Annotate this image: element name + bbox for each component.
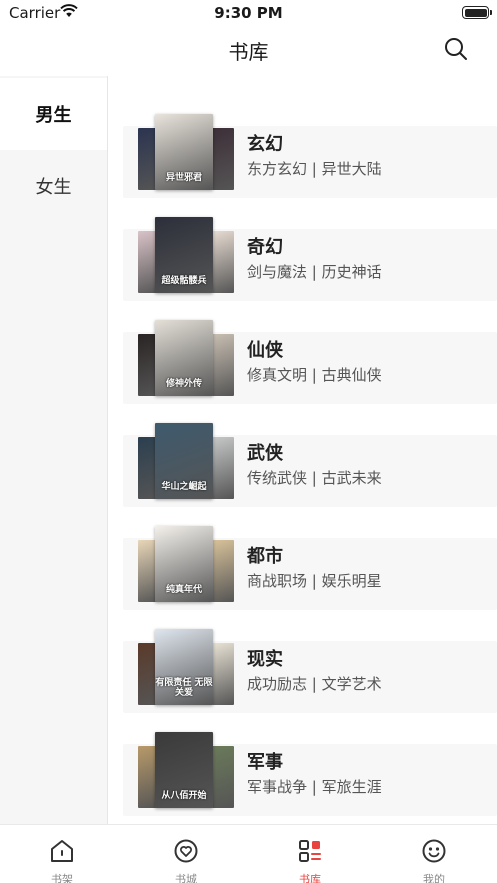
category-tags: 修真文明 | 古典仙侠 (247, 366, 382, 384)
tab-label: 书库 (299, 873, 321, 883)
category-tags: 传统武侠 | 古武未来 (247, 469, 382, 487)
bookstore-icon (174, 839, 198, 863)
sidebar-item-female[interactable]: 女生 (0, 150, 107, 222)
book-covers: 异世邪君 (138, 114, 238, 190)
tab-label: 书架 (51, 873, 73, 883)
category-name: 军事 (247, 752, 283, 773)
category-tags: 剑与魔法 | 历史神话 (247, 263, 382, 281)
category-card-xianshi[interactable]: 有限责任 无限关爱 现实 成功励志 | 文学艺术 (123, 629, 497, 713)
cover-title: 超级骷髅兵 (161, 276, 207, 287)
book-covers: 华山之崛起 (138, 423, 238, 499)
sidebar-item-label: 男生 (35, 105, 72, 126)
tab-label: 书城 (175, 873, 197, 883)
tab-label: 我的 (423, 873, 445, 883)
category-list: 异世邪君 玄幻 东方玄幻 | 异世大陆 超级骷髅兵 奇幻 剑与魔法 | 历史神话… (109, 76, 497, 824)
clock: 9:30 PM (214, 4, 283, 22)
tab-library[interactable]: 书库 (248, 825, 372, 883)
cover-title: 有限责任 无限关爱 (155, 678, 213, 699)
sidebar-item-male[interactable]: 男生 (0, 78, 107, 150)
sidebar-item-label: 女生 (35, 177, 72, 198)
category-tags: 军事战争 | 军旅生涯 (247, 778, 382, 796)
cover-title: 纯真年代 (165, 585, 202, 596)
book-cover (212, 128, 234, 190)
book-covers: 超级骷髅兵 (138, 217, 238, 293)
book-cover: 有限责任 无限关爱 (155, 629, 213, 705)
category-card-xuanhuan[interactable]: 异世邪君 玄幻 东方玄幻 | 异世大陆 (123, 114, 497, 198)
book-cover: 超级骷髅兵 (155, 217, 213, 293)
book-covers: 有限责任 无限关爱 (138, 629, 238, 705)
category-tags: 成功励志 | 文学艺术 (247, 675, 382, 693)
category-tags: 东方玄幻 | 异世大陆 (247, 160, 382, 178)
cover-title: 华山之崛起 (161, 482, 207, 493)
category-name: 武侠 (247, 443, 283, 464)
category-name: 奇幻 (247, 237, 283, 258)
book-cover: 从八佰开始 (155, 732, 213, 808)
category-card-wuxia[interactable]: 华山之崛起 武侠 传统武侠 | 古武未来 (123, 423, 497, 507)
book-cover (212, 437, 234, 499)
tab-bookstore[interactable]: 书城 (124, 825, 248, 883)
category-name: 都市 (247, 546, 283, 567)
category-card-qihuan[interactable]: 超级骷髅兵 奇幻 剑与魔法 | 历史神话 (123, 217, 497, 301)
category-name: 现实 (247, 649, 283, 670)
cover-title: 从八佰开始 (161, 791, 207, 802)
book-covers: 从八佰开始 (138, 732, 238, 808)
book-covers: 修神外传 (138, 320, 238, 396)
bookshelf-icon (51, 840, 73, 862)
book-cover: 华山之崛起 (155, 423, 213, 499)
book-cover: 异世邪君 (155, 114, 213, 190)
book-cover (212, 334, 234, 396)
nav-bar: 书库 (0, 26, 497, 76)
book-cover (212, 231, 234, 293)
book-cover: 修神外传 (155, 320, 213, 396)
book-covers: 纯真年代 (138, 526, 238, 602)
category-card-junshi[interactable]: 从八佰开始 军事 军事战争 | 军旅生涯 (123, 732, 497, 816)
gender-sidebar: 男生 女生 (0, 76, 108, 824)
battery-icon (462, 6, 492, 19)
category-name: 仙侠 (247, 340, 283, 361)
status-bar: Carrier 9:30 PM (0, 0, 497, 26)
cover-title: 异世邪君 (165, 173, 202, 184)
category-name: 玄幻 (247, 134, 283, 155)
tab-bookshelf[interactable]: 书架 (0, 825, 124, 883)
tab-profile[interactable]: 我的 (372, 825, 496, 883)
tab-bar: 书架 书城 书库 我的 (0, 824, 497, 883)
page-title: 书库 (228, 40, 269, 64)
category-card-xianxia[interactable]: 修神外传 仙侠 修真文明 | 古典仙侠 (123, 320, 497, 404)
book-cover: 纯真年代 (155, 526, 213, 602)
book-cover (212, 643, 234, 705)
book-cover (212, 746, 234, 808)
library-icon (299, 840, 321, 862)
search-icon[interactable] (443, 36, 469, 62)
profile-icon (422, 839, 446, 863)
category-tags: 商战职场 | 娱乐明星 (247, 572, 382, 590)
cover-title: 修神外传 (165, 379, 202, 390)
category-card-dushi[interactable]: 纯真年代 都市 商战职场 | 娱乐明星 (123, 526, 497, 610)
book-cover (212, 540, 234, 602)
